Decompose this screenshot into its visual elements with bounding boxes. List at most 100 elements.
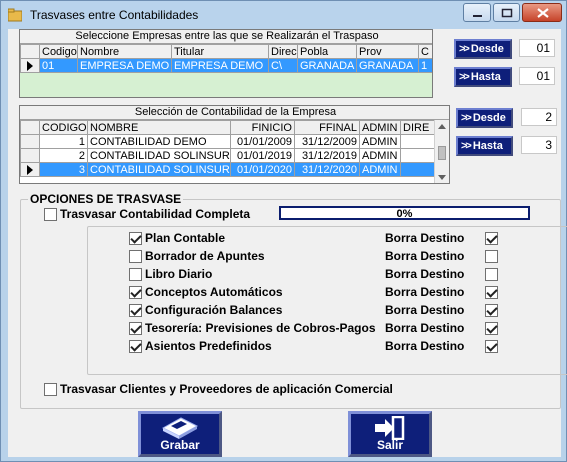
minimize-button[interactable] [463, 3, 491, 22]
empresa-hasta-field[interactable]: 01 [519, 67, 555, 85]
borra-destino-checkbox[interactable] [485, 322, 498, 335]
cell: 01/01/2009 [230, 134, 295, 149]
contabilidades-table: CODIGO NOMBRE FINICIO FFINAL ADMIN DIRE … [20, 120, 437, 177]
option-label: Libro Diario [145, 267, 213, 281]
close-button[interactable] [522, 3, 562, 22]
borra-destino-checkbox[interactable] [485, 250, 498, 263]
column-header[interactable]: NOMBRE [87, 120, 231, 135]
column-header[interactable]: DIRE [400, 120, 437, 135]
column-header[interactable]: Prov [356, 44, 419, 59]
completa-checkbox[interactable] [44, 208, 57, 221]
column-header[interactable]: FINICIO [230, 120, 295, 135]
column-header[interactable]: C [418, 44, 432, 59]
option-checkbox[interactable] [129, 250, 142, 263]
app-window: Trasvases entre Contabilidades Seleccion… [0, 0, 567, 462]
scroll-thumb[interactable] [438, 146, 446, 160]
clientes-checkbox[interactable] [44, 383, 57, 396]
contab-desde-field[interactable]: 2 [521, 108, 557, 126]
salir-label: Salir [376, 438, 403, 452]
empresa-hasta-button[interactable]: >> Hasta [454, 67, 512, 87]
contabilidades-grid-caption: Selección de Contabilidad de la Empresa [20, 106, 449, 120]
column-header[interactable]: Direc [268, 44, 298, 59]
double-chevron-icon: >> [461, 140, 472, 152]
borra-destino-checkbox[interactable] [485, 232, 498, 245]
column-header[interactable]: ADMIN [359, 120, 401, 135]
cell: ADMIN [359, 148, 401, 163]
scroll-down-icon[interactable] [438, 175, 446, 180]
table-row[interactable]: 01 EMPRESA DEMO EMPRESA DEMO C\ GRANADA … [20, 58, 432, 73]
option-checkbox[interactable] [129, 304, 142, 317]
floppy-disk-icon [161, 417, 199, 439]
cell: CONTABILIDAD DEMO [87, 134, 231, 149]
contabilidades-scrollbar[interactable] [434, 120, 449, 183]
title-bar[interactable]: Trasvases entre Contabilidades [1, 1, 566, 29]
row-pointer-icon [27, 164, 33, 175]
column-header[interactable]: Pobla [297, 44, 357, 59]
contab-desde-button[interactable]: >> Desde [456, 108, 513, 128]
cell: 3 [39, 162, 88, 177]
borra-destino-label: Borra Destino [385, 267, 465, 281]
cell: 1 [418, 58, 432, 73]
option-label: Tesorería: Previsiones de Cobros-Pagos [145, 321, 376, 335]
cell: EMPRESA DEMO [171, 58, 269, 73]
column-header[interactable]: Titular [171, 44, 269, 59]
column-header[interactable]: Codigo [39, 44, 78, 59]
option-checkbox[interactable] [129, 286, 142, 299]
clientes-label: Trasvasar Clientes y Proveedores de apli… [60, 382, 393, 396]
borra-destino-checkbox[interactable] [485, 304, 498, 317]
progress-bar: 0% [279, 206, 530, 220]
column-header[interactable]: CODIGO [39, 120, 88, 135]
folder-icon [8, 8, 22, 22]
option-checkbox[interactable] [129, 322, 142, 335]
column-header[interactable]: FFINAL [294, 120, 360, 135]
borra-destino-label: Borra Destino [385, 321, 465, 335]
cell: 31/12/2019 [294, 148, 360, 163]
contab-hasta-button[interactable]: >> Hasta [456, 136, 513, 156]
empresas-grid-caption: Seleccione Empresas entre las que se Rea… [20, 30, 432, 44]
minimize-icon [473, 15, 482, 17]
borra-destino-checkbox[interactable] [485, 286, 498, 299]
exit-door-icon [375, 416, 405, 440]
option-checkbox[interactable] [129, 340, 142, 353]
cell: 31/12/2020 [294, 162, 360, 177]
close-icon [537, 8, 549, 18]
completa-label: Trasvasar Contabilidad Completa [60, 207, 251, 221]
cell: 01/01/2019 [230, 148, 295, 163]
grabar-button[interactable]: Grabar [138, 411, 222, 457]
salir-button[interactable]: Salir [348, 411, 432, 457]
empresas-grid[interactable]: Seleccione Empresas entre las que se Rea… [19, 29, 433, 98]
borra-destino-checkbox[interactable] [485, 340, 498, 353]
option-checkbox[interactable] [129, 232, 142, 245]
grabar-label: Grabar [160, 438, 200, 452]
double-chevron-icon: >> [459, 43, 470, 55]
table-row[interactable]: 3 CONTABILIDAD SOLINSUR 01/01/2020 31/12… [20, 162, 437, 177]
contab-hasta-field[interactable]: 3 [521, 136, 557, 154]
column-header[interactable]: Nombre [77, 44, 172, 59]
empresa-desde-button[interactable]: >> Desde [454, 39, 512, 59]
empresas-empty-area [20, 73, 432, 97]
borra-destino-checkbox[interactable] [485, 268, 498, 281]
borra-destino-label: Borra Destino [385, 303, 465, 317]
cell: 2 [39, 148, 88, 163]
cell: CONTABILIDAD SOLINSUR [87, 162, 231, 177]
borra-destino-label: Borra Destino [385, 231, 465, 245]
table-row[interactable]: 1 CONTABILIDAD DEMO 01/01/2009 31/12/200… [20, 134, 437, 149]
cell: 01/01/2020 [230, 162, 295, 177]
table-header: Codigo Nombre Titular Direc Pobla Prov C [20, 44, 432, 59]
cell: 31/12/2009 [294, 134, 360, 149]
cell: GRANADA [297, 58, 357, 73]
cell: C\ [268, 58, 298, 73]
option-label: Asientos Predefinidos [145, 339, 272, 353]
cell: ADMIN [359, 162, 401, 177]
empresa-desde-field[interactable]: 01 [519, 39, 555, 57]
option-checkbox[interactable] [129, 268, 142, 281]
contabilidades-grid[interactable]: Selección de Contabilidad de la Empresa … [19, 105, 450, 184]
maximize-button[interactable] [493, 3, 520, 22]
window-title: Trasvases entre Contabilidades [30, 8, 199, 22]
client-area: Seleccione Empresas entre las que se Rea… [8, 29, 567, 457]
option-label: Borrador de Apuntes [145, 249, 265, 263]
scroll-up-icon[interactable] [438, 124, 446, 129]
row-indicator [20, 58, 40, 73]
option-label: Plan Contable [145, 231, 226, 245]
table-row[interactable]: 2 CONTABILIDAD SOLINSUR 01/01/2019 31/12… [20, 148, 437, 163]
